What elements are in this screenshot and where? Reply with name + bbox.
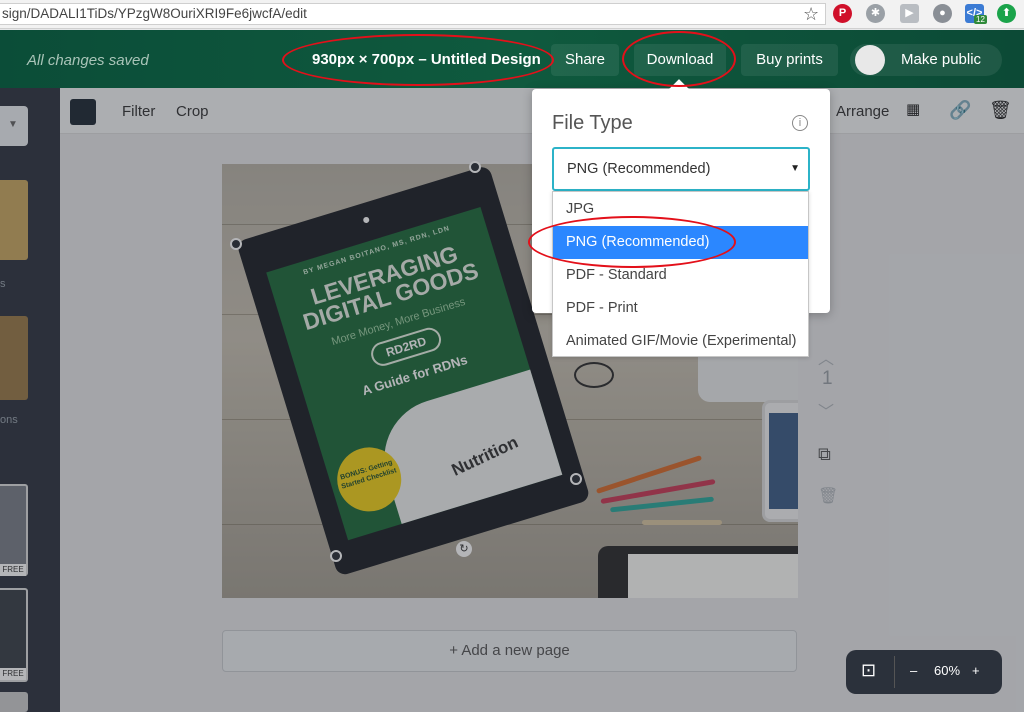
resize-handle[interactable]	[230, 238, 242, 250]
resize-handle[interactable]	[469, 161, 481, 173]
option-pdf-standard[interactable]: PDF - Standard	[553, 259, 808, 292]
resize-handle[interactable]	[570, 473, 582, 485]
free-badge: FREE	[0, 564, 26, 576]
zoom-out-button[interactable]: –	[910, 663, 917, 678]
editor-header: All changes saved 930px × 700px – Untitl…	[0, 30, 1024, 88]
option-animated-gif[interactable]: Animated GIF/Movie (Experimental)	[553, 325, 808, 358]
sidebar-label: ons	[0, 414, 18, 426]
sidebar-thumbnail[interactable]	[0, 316, 28, 400]
file-type-select[interactable]: PNG (Recommended) ▼	[552, 147, 810, 191]
book-photo	[369, 363, 563, 541]
arrange-button[interactable]: Arrange	[836, 103, 889, 120]
crop-button[interactable]: Crop	[176, 103, 209, 120]
add-page-button[interactable]: + Add a new page	[222, 630, 797, 672]
zoom-control: ⊡ – 60% +	[846, 650, 1002, 694]
camera-dot	[362, 216, 370, 224]
extension-gear-icon[interactable]: ✱	[866, 4, 885, 23]
extension-upload-icon[interactable]: ⬆	[997, 4, 1016, 23]
extension-video-icon[interactable]: ▶	[900, 4, 919, 23]
trash-icon[interactable]: 🗑	[989, 100, 1012, 121]
pinterest-extension-icon[interactable]: P	[833, 4, 852, 23]
filter-button[interactable]: Filter	[122, 103, 155, 120]
share-button[interactable]: Share	[551, 44, 619, 76]
duplicate-page-icon[interactable]: ⧉	[818, 444, 831, 465]
rotate-icon[interactable]: ↻	[456, 541, 472, 557]
file-type-options: JPG PNG (Recommended) PDF - Standard PDF…	[552, 191, 809, 357]
avatar[interactable]	[855, 45, 885, 75]
sidebar-template[interactable]	[0, 692, 28, 712]
sidebar-thumbnail[interactable]	[0, 180, 28, 260]
phone-screen	[769, 413, 798, 509]
sidebar-label: s	[0, 278, 6, 290]
left-sidebar: ▼ s ons FREE FREE	[0, 88, 60, 712]
present-icon[interactable]: ⊡	[861, 660, 876, 681]
option-png[interactable]: PNG (Recommended)	[553, 226, 808, 259]
link-icon[interactable]: 🔗	[949, 100, 971, 121]
color-swatch[interactable]	[70, 99, 96, 125]
zoom-in-button[interactable]: +	[972, 663, 980, 678]
move-page-down-icon[interactable]: ﹀	[818, 398, 834, 422]
file-type-label: File Type	[552, 112, 633, 134]
extension-circle-icon[interactable]: ●	[933, 4, 952, 23]
browser-toolbar: sign/DADALI1TiDs/YPzgW8OuriXRI9Fe6jwcfA/…	[0, 0, 1024, 29]
phone-image	[762, 400, 798, 522]
extension-badge: 12	[974, 15, 987, 24]
chevron-down-icon: ▼	[8, 119, 18, 130]
info-icon[interactable]: i	[792, 115, 808, 131]
address-bar[interactable]: sign/DADALI1TiDs/YPzgW8OuriXRI9Fe6jwcfA/…	[0, 3, 826, 25]
selected-file-type: PNG (Recommended)	[567, 161, 711, 177]
notebook-pages	[628, 554, 798, 598]
dropdown-arrow-icon: ▼	[790, 163, 800, 174]
save-status: All changes saved	[27, 52, 149, 69]
sidebar-dropdown[interactable]: ▼	[0, 106, 28, 146]
page-number: 1	[822, 368, 833, 389]
bookmark-star-icon[interactable]: ☆	[803, 4, 819, 24]
option-jpg[interactable]: JPG	[553, 193, 808, 226]
pencil-image	[642, 520, 722, 525]
buy-prints-button[interactable]: Buy prints	[741, 44, 838, 76]
transparency-icon[interactable]: ▦	[906, 100, 920, 118]
move-page-up-icon[interactable]: ︿	[818, 345, 834, 369]
option-pdf-print[interactable]: PDF - Print	[553, 292, 808, 325]
glasses-image	[574, 362, 614, 388]
resize-handle[interactable]	[330, 550, 342, 562]
free-badge: FREE	[0, 668, 26, 680]
delete-page-icon[interactable]: 🗑	[818, 486, 838, 506]
download-button[interactable]: Download	[634, 44, 726, 76]
ebook-cover: BY MEGAN BOITANO, MS, RDN, LDN LEVERAGIN…	[266, 207, 563, 541]
zoom-divider	[894, 656, 895, 688]
sidebar-template[interactable]	[0, 484, 28, 576]
notebook-image	[598, 546, 798, 598]
zoom-level[interactable]: 60%	[934, 663, 960, 678]
design-title[interactable]: 930px × 700px – Untitled Design	[312, 51, 541, 68]
